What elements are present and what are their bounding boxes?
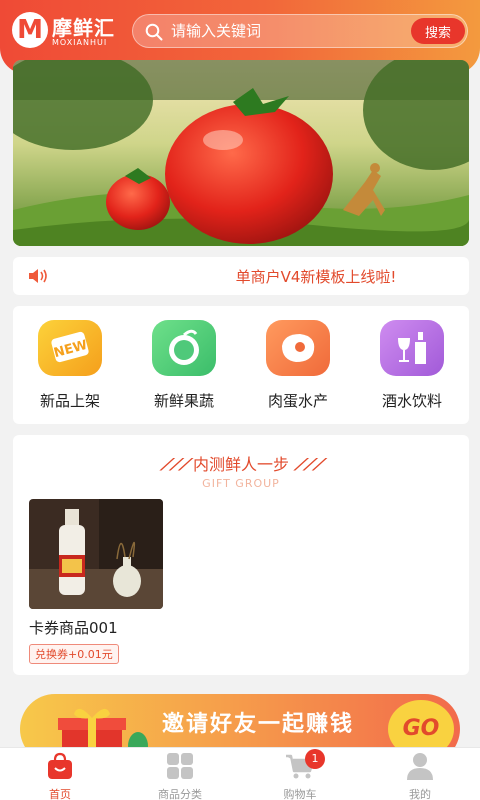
liquor-bottle-image: [29, 499, 163, 609]
logo-subtitle: MOXIANHUI: [52, 38, 108, 47]
tab-home[interactable]: 首页: [0, 752, 120, 800]
logo-mark-icon: M: [12, 12, 48, 48]
home-bag-icon: [45, 752, 75, 780]
product-name: 卡券商品001: [29, 619, 118, 637]
category-label: 酒水饮料: [381, 392, 442, 410]
category-label: 新品上架: [39, 392, 100, 410]
user-icon: [405, 752, 435, 780]
decor-slashes-icon: ⟋⟋⟋: [294, 455, 324, 474]
recommend-section: ⟋⟋⟋ 内测鲜人一步 ⟋⟋⟋ GIFT GROUP 卡券商品001 兑换券+0.…: [13, 435, 469, 675]
search-bar: 搜索: [132, 14, 468, 48]
cart-badge: 1: [305, 749, 325, 769]
section-title-text: 内测鲜人一步: [192, 455, 289, 474]
tab-label: 我的: [409, 788, 431, 800]
logo-name: 摩鲜汇: [52, 16, 115, 40]
tab-label: 商品分类: [158, 788, 202, 800]
category-meat-eggs-seafood[interactable]: 肉蛋水产: [248, 320, 348, 411]
tab-label: 首页: [49, 788, 71, 800]
category-grid-icon: [165, 752, 195, 780]
tab-profile[interactable]: 我的: [360, 752, 480, 800]
bottom-tab-bar: 首页 商品分类 1 购物车 我的: [0, 747, 480, 800]
search-icon: [145, 23, 163, 41]
brand-logo[interactable]: M 摩鲜汇 MOXIANHUI: [12, 12, 120, 52]
decor-slashes-icon: ⟋⟋⟋: [160, 455, 190, 474]
search-button[interactable]: 搜索: [411, 18, 465, 44]
tab-label: 购物车: [283, 788, 317, 800]
category-new-arrivals[interactable]: NEW 新品上架: [20, 320, 120, 411]
category-label: 肉蛋水产: [267, 392, 328, 410]
new-badge-icon: NEW: [38, 320, 102, 376]
section-title: ⟋⟋⟋ 内测鲜人一步 ⟋⟋⟋: [13, 451, 469, 475]
section-subtitle: GIFT GROUP: [202, 477, 280, 490]
product-card[interactable]: 卡券商品001 兑换券+0.01元: [29, 499, 163, 664]
wine-icon: [380, 320, 444, 376]
fruit-icon: [152, 320, 216, 376]
promo-banner[interactable]: [13, 60, 469, 246]
category-drinks[interactable]: 酒水饮料: [362, 320, 462, 411]
announcement-text: 单商户V4新模板上线啦!: [235, 268, 397, 286]
tomato-banner-image: [13, 60, 469, 246]
category-grid: NEW 新品上架 新鲜果蔬 肉蛋水产 酒水饮料: [13, 306, 469, 424]
search-input[interactable]: [171, 15, 401, 47]
category-fresh-produce[interactable]: 新鲜果蔬: [134, 320, 234, 411]
category-label: 新鲜果蔬: [153, 392, 214, 410]
announcement-bar[interactable]: 单商户V4新模板上线啦!: [13, 257, 469, 295]
tab-categories[interactable]: 商品分类: [120, 752, 240, 800]
meat-icon: [266, 320, 330, 376]
cart-icon: 1: [285, 749, 325, 780]
tab-cart[interactable]: 1 购物车: [240, 749, 360, 800]
invite-text: 邀请好友一起赚钱: [162, 712, 355, 737]
product-price-tag: 兑换券+0.01元: [29, 644, 119, 664]
